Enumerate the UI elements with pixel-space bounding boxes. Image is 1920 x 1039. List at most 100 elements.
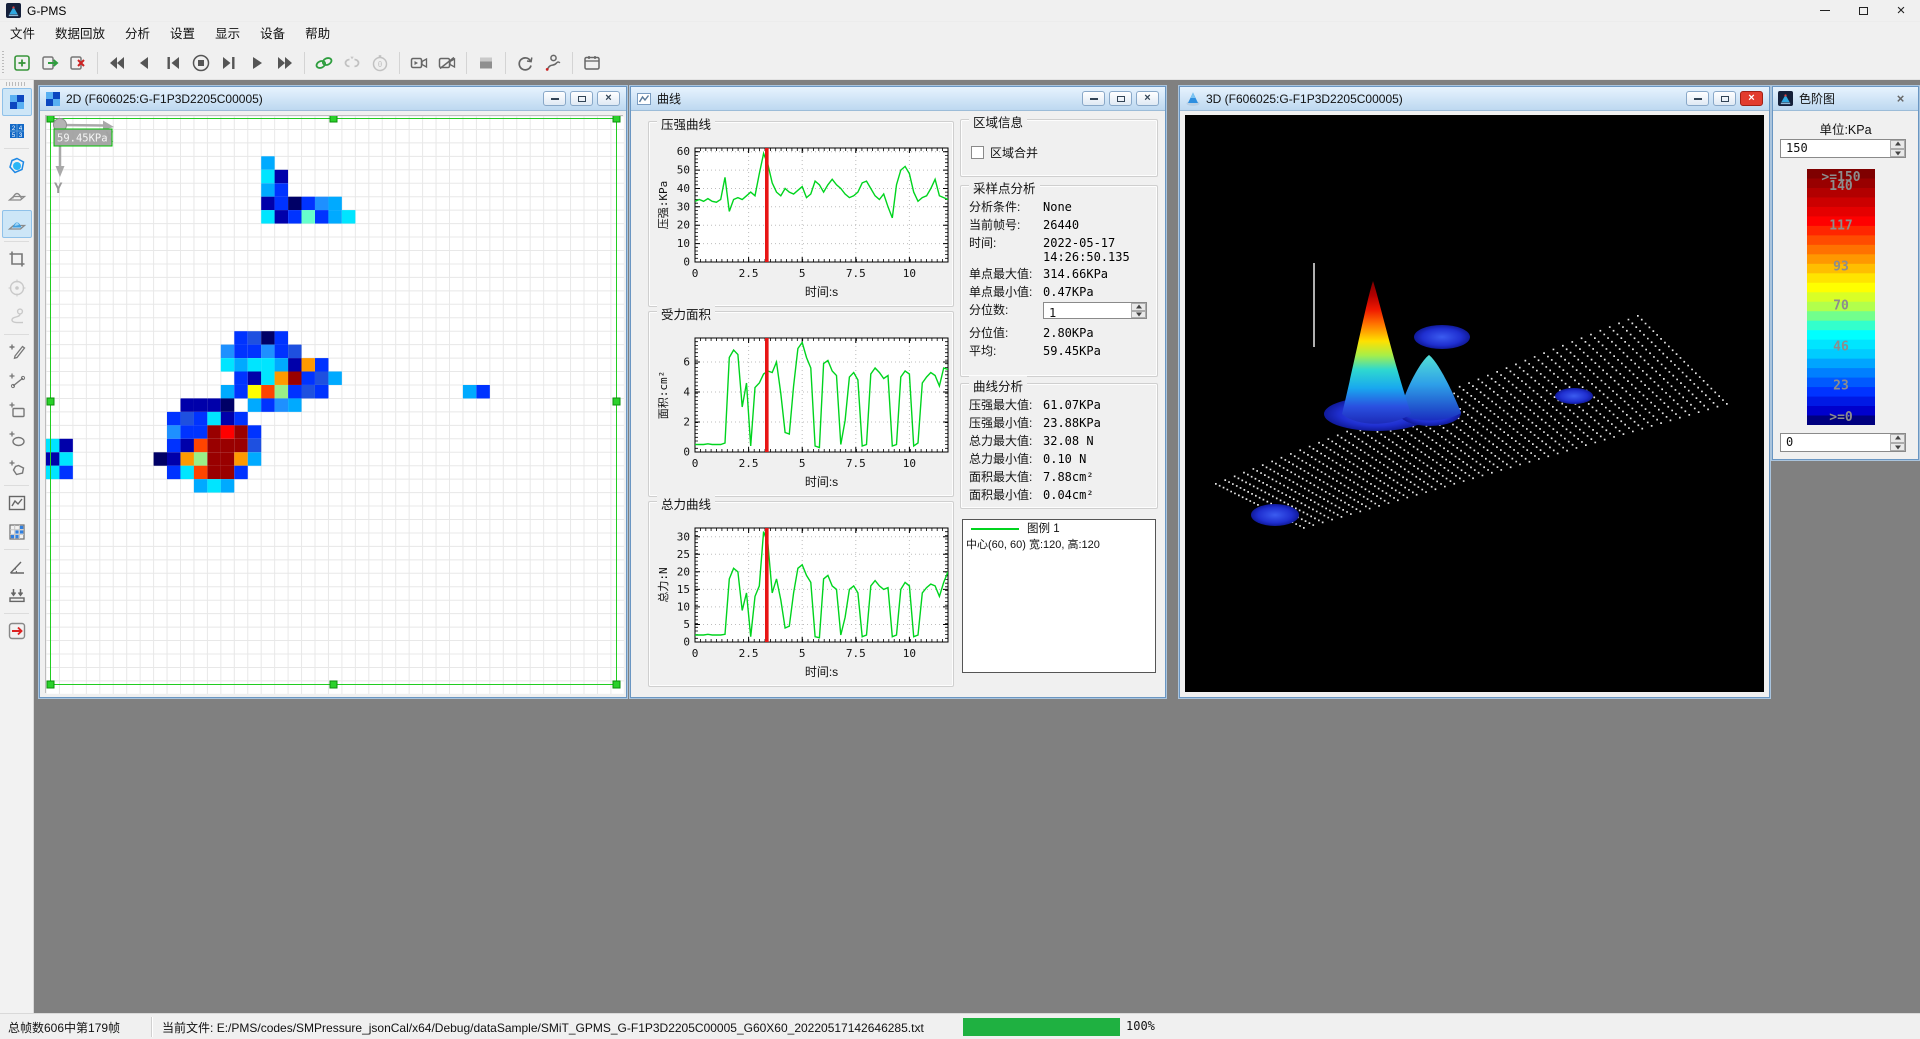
- draw-line-icon[interactable]: [2, 367, 32, 395]
- svg-text:25: 25: [677, 548, 690, 561]
- toolbar-separator: [466, 52, 467, 74]
- pressure-map-canvas[interactable]: XY59.45KPa: [45, 115, 623, 693]
- menu-item-显示[interactable]: 显示: [205, 22, 250, 47]
- colorbar-min-input[interactable]: 0: [1780, 433, 1906, 452]
- svg-text:0: 0: [378, 60, 383, 69]
- grid-sensor-icon[interactable]: [2, 518, 32, 546]
- restore-button[interactable]: [1844, 0, 1882, 22]
- colorbar-max-spinner[interactable]: [1890, 140, 1905, 157]
- stop-video-icon[interactable]: [434, 50, 460, 76]
- svg-text:时间:s: 时间:s: [805, 475, 838, 489]
- region-field-value: 26440: [1043, 216, 1079, 232]
- stop-icon[interactable]: [188, 50, 214, 76]
- track-icon[interactable]: [2, 303, 32, 331]
- menu-item-设备[interactable]: 设备: [250, 22, 295, 47]
- region-field-label: 分位数:: [969, 301, 1043, 319]
- add-frame-icon[interactable]: [9, 50, 35, 76]
- progress-percent: 100%: [1126, 1019, 1155, 1033]
- region-field-row: 压强最小值:23.88KPa: [961, 414, 1157, 432]
- left-toolbar-separator: [4, 485, 29, 486]
- step-backward-icon[interactable]: [132, 50, 158, 76]
- minimize-button[interactable]: [1806, 0, 1844, 22]
- 2d-window-icon: [45, 91, 61, 107]
- 2d-close-button[interactable]: ×: [597, 91, 620, 106]
- timer-icon[interactable]: 0: [367, 50, 393, 76]
- press-icon[interactable]: [2, 582, 32, 610]
- region-merge-checkbox[interactable]: [971, 146, 984, 159]
- surface-wire-icon[interactable]: [2, 181, 32, 209]
- draw-rect-icon[interactable]: [2, 396, 32, 424]
- skip-start-icon[interactable]: [160, 50, 186, 76]
- svg-text:70: 70: [1833, 299, 1849, 314]
- exit-icon[interactable]: [2, 617, 32, 645]
- record-video-icon[interactable]: [406, 50, 432, 76]
- menu-item-数据回放[interactable]: 数据回放: [45, 22, 115, 47]
- surface-3d-icon[interactable]: [2, 210, 32, 238]
- fast-forward-icon[interactable]: [272, 50, 298, 76]
- colorbar-titlebar[interactable]: 色阶图 ×: [1773, 87, 1918, 111]
- window-curves: 曲线 × 压强曲线 010203040506002.557.510压强:KPa时…: [630, 86, 1166, 698]
- 2d-maximize-button[interactable]: [570, 91, 593, 106]
- svg-text:0: 0: [692, 647, 699, 660]
- 3d-window-titlebar[interactable]: 3D (F606025:G-F1P3D2205C00005) ×: [1180, 87, 1769, 111]
- region-field-row: 总力最大值:32.08 N: [961, 432, 1157, 450]
- colorbar-close-button[interactable]: ×: [1889, 91, 1912, 106]
- fast-backward-icon[interactable]: [104, 50, 130, 76]
- progress-bar: [963, 1018, 1120, 1036]
- colorbar-min-spinner[interactable]: [1890, 434, 1905, 451]
- toolbar-separator: [399, 52, 400, 74]
- signature-icon[interactable]: [540, 50, 566, 76]
- 3d-minimize-button[interactable]: [1686, 91, 1709, 106]
- draw-ellipse-icon[interactable]: [2, 425, 32, 453]
- 2d-minimize-button[interactable]: [543, 91, 566, 106]
- force-curve-group[interactable]: 总力曲线 05101520253002.557.510总力:N时间:s: [648, 501, 954, 687]
- percentile-spinner[interactable]: [1131, 303, 1146, 318]
- menu-item-分析[interactable]: 分析: [115, 22, 160, 47]
- 3d-close-button[interactable]: ×: [1740, 91, 1763, 106]
- colorbar-max-input[interactable]: 150: [1780, 139, 1906, 158]
- region-field-label: 压强最小值:: [969, 414, 1043, 432]
- close-button[interactable]: ×: [1882, 0, 1920, 22]
- curve-chart-icon[interactable]: [2, 489, 32, 517]
- curves-maximize-button[interactable]: [1109, 91, 1132, 106]
- force-curve-title: 总力曲线: [657, 494, 715, 513]
- 2d-window-titlebar[interactable]: 2D (F606025:G-F1P3D2205C00005) ×: [40, 87, 626, 111]
- left-toolbar-separator: [4, 613, 29, 614]
- menu-item-设置[interactable]: 设置: [160, 22, 205, 47]
- left-toolbar-separator: [4, 148, 29, 149]
- matrix-numbers-icon[interactable]: 2453: [2, 117, 32, 145]
- 3d-maximize-button[interactable]: [1713, 91, 1736, 106]
- 3d-surface-canvas[interactable]: [1185, 115, 1764, 692]
- svg-text:时间:s: 时间:s: [805, 285, 838, 299]
- play-icon[interactable]: [244, 50, 270, 76]
- calendar-icon[interactable]: [579, 50, 605, 76]
- curves-window-title: 曲线: [657, 90, 681, 107]
- angle-icon[interactable]: [2, 553, 32, 581]
- center-point-icon[interactable]: [2, 274, 32, 302]
- curves-close-button[interactable]: ×: [1136, 91, 1159, 106]
- curves-window-titlebar[interactable]: 曲线 ×: [631, 87, 1165, 111]
- export-data-icon[interactable]: [37, 50, 63, 76]
- refresh-icon[interactable]: [512, 50, 538, 76]
- unlink-icon[interactable]: [339, 50, 365, 76]
- crop-region-icon[interactable]: [2, 245, 32, 273]
- curves-minimize-button[interactable]: [1082, 91, 1105, 106]
- 3d-window-title: 3D (F606025:G-F1P3D2205C00005): [1206, 92, 1403, 106]
- svg-text:5: 5: [799, 457, 806, 470]
- draw-pencil-icon[interactable]: [2, 338, 32, 366]
- display-icon[interactable]: [473, 50, 499, 76]
- view-2d-icon[interactable]: [2, 88, 32, 116]
- contour-icon[interactable]: [2, 152, 32, 180]
- area-curve-group[interactable]: 受力面积 024602.557.510面积:cm²时间:s: [648, 311, 954, 497]
- svg-text:10: 10: [677, 237, 690, 250]
- menu-item-帮助[interactable]: 帮助: [295, 22, 340, 47]
- menu-item-文件[interactable]: 文件: [0, 22, 45, 47]
- skip-end-icon[interactable]: [216, 50, 242, 76]
- region-field-row: 分位值:2.80KPa: [961, 324, 1157, 342]
- percentile-count-input[interactable]: 1: [1043, 302, 1147, 319]
- delete-data-icon[interactable]: [65, 50, 91, 76]
- draw-polygon-icon[interactable]: [2, 454, 32, 482]
- pressure-curve-group[interactable]: 压强曲线 010203040506002.557.510压强:KPa时间:s: [648, 121, 954, 307]
- link-icon[interactable]: [311, 50, 337, 76]
- menu-bar: 文件数据回放分析设置显示设备帮助: [0, 22, 1920, 47]
